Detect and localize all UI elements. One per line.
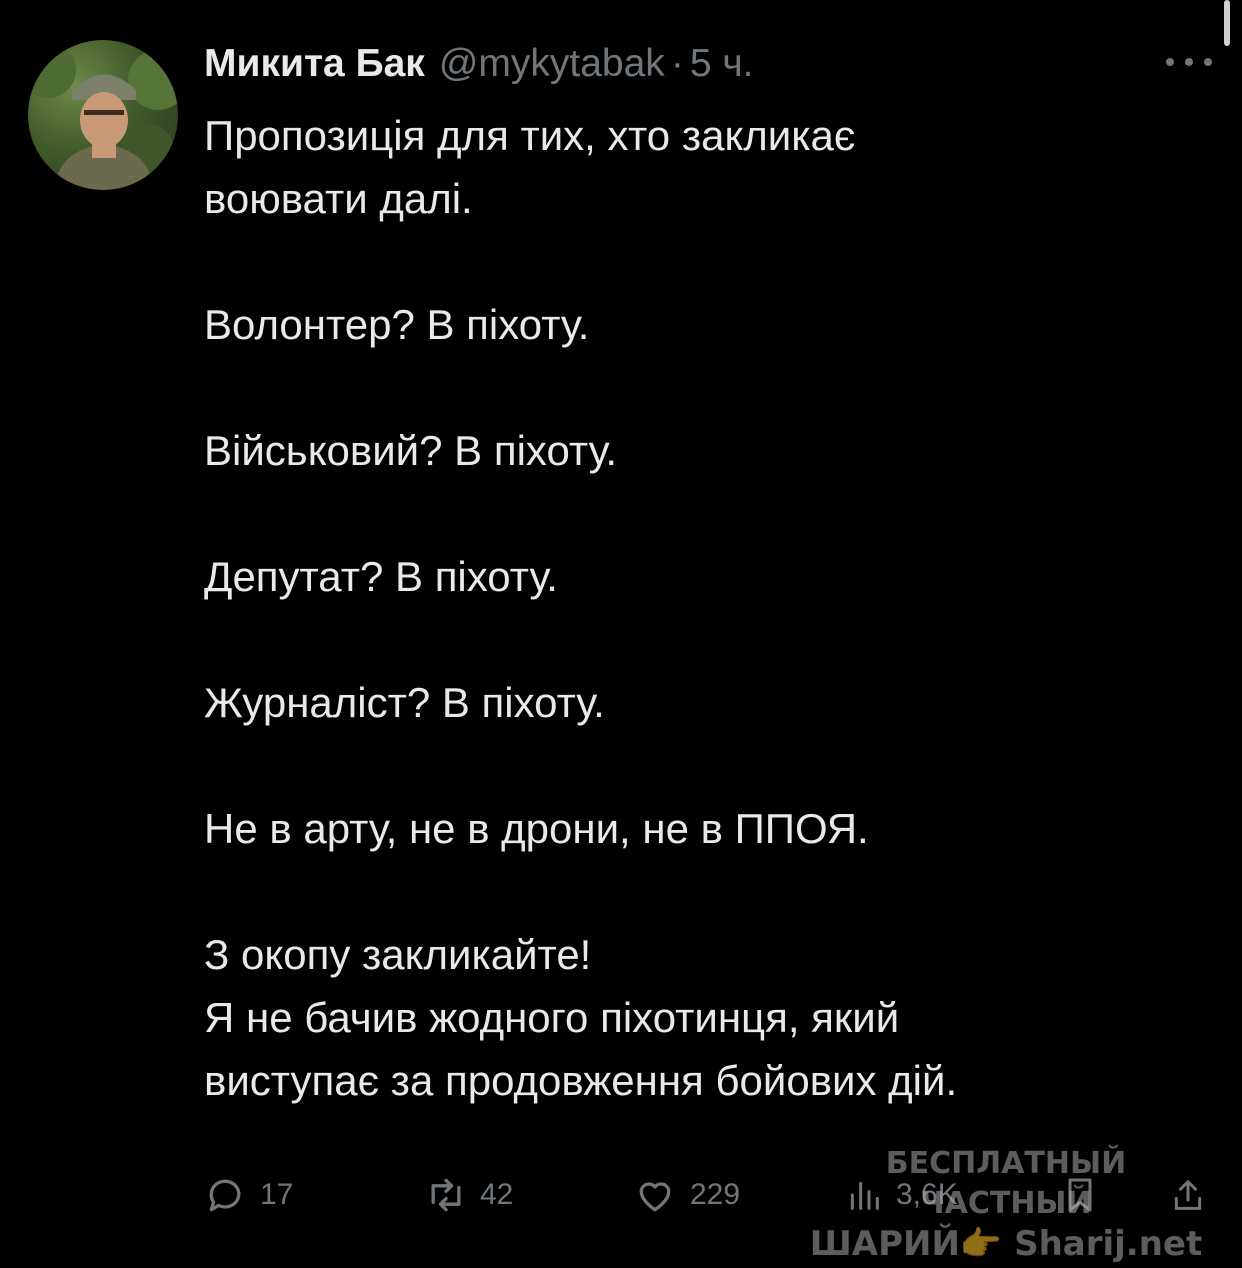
more-horizontal-icon[interactable] xyxy=(1166,52,1212,72)
repost-button[interactable]: 42 xyxy=(424,1170,513,1220)
author-handle[interactable]: @mykytabak xyxy=(439,38,665,90)
heart-icon xyxy=(639,1182,671,1212)
tweet-paragraph: Депутат? В піхоту. xyxy=(204,553,558,600)
repost-count: 42 xyxy=(480,1178,514,1211)
tweet-paragraph: Пропозиція для тих, хто закликає воювати… xyxy=(204,112,856,222)
reply-button[interactable]: 17 xyxy=(204,1170,293,1220)
avatar[interactable] xyxy=(28,40,178,190)
reply-icon xyxy=(209,1179,241,1212)
scrollbar[interactable] xyxy=(1224,0,1230,46)
tweet-timestamp[interactable]: 5 ч. xyxy=(690,38,754,90)
like-button[interactable]: 229 xyxy=(632,1170,740,1220)
like-count: 229 xyxy=(690,1178,741,1211)
watermark-line: ШАРИЙ👉 Sharij.net xyxy=(809,1224,1203,1264)
share-button[interactable] xyxy=(1168,1170,1208,1220)
tweet-paragraph: Військовий? В піхоту. xyxy=(204,427,618,474)
separator-dot: · xyxy=(670,42,684,85)
share-icon xyxy=(1174,1180,1202,1210)
more-dot xyxy=(1185,58,1193,66)
tweet-header: Микита Бак @mykytabak · 5 ч. xyxy=(204,38,754,90)
reply-count: 17 xyxy=(260,1178,294,1211)
tweet-paragraph: Волонтер? В піхоту. xyxy=(204,301,590,348)
tweet-paragraph: Не в арту, не в дрони, не в ППОЯ. xyxy=(204,805,869,852)
tweet-actions-bar: 17 42 229 3,6K xyxy=(204,1170,1214,1220)
author-display-name[interactable]: Микита Бак xyxy=(204,38,425,90)
tweet-text: Пропозиція для тих, хто закликає воювати… xyxy=(204,104,1214,1112)
views-icon xyxy=(850,1181,879,1210)
bookmark-icon xyxy=(1068,1178,1092,1212)
more-dot xyxy=(1166,58,1174,66)
views-button[interactable]: 3,6K xyxy=(844,1170,958,1220)
repost-icon xyxy=(431,1178,461,1212)
views-count: 3,6K xyxy=(896,1178,958,1211)
tweet-paragraph: З окопу закликайте! Я не бачив жодного п… xyxy=(204,931,958,1104)
bookmark-button[interactable] xyxy=(1060,1170,1100,1220)
more-dot xyxy=(1204,58,1212,66)
tweet-paragraph: Журналіст? В піхоту. xyxy=(204,679,605,726)
avatar-photo xyxy=(28,42,178,190)
